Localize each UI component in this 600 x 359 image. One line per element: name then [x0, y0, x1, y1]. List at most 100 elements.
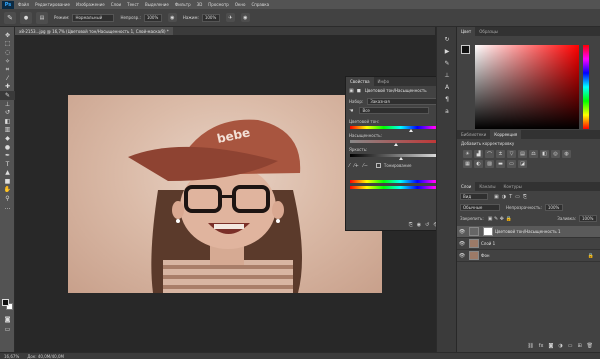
brush-tool-icon[interactable]: ✎	[0, 91, 15, 100]
dodge-tool-icon[interactable]: ●	[0, 143, 15, 152]
zoom-tool-icon[interactable]: ⚲	[0, 194, 15, 203]
mask-icon[interactable]: ◼	[357, 88, 361, 94]
channel-select[interactable]: Все	[359, 107, 430, 114]
pen-tool-icon[interactable]: ✒	[0, 151, 15, 160]
menu-select[interactable]: Выделение	[145, 2, 169, 7]
filter-smart-icon[interactable]: ⎘	[523, 194, 527, 200]
screen-mode-icon[interactable]: ▭	[0, 325, 15, 334]
history-panel-icon[interactable]: ↻	[437, 33, 457, 45]
filter-adjustment-icon[interactable]: ◑	[502, 194, 506, 200]
airbrush-icon[interactable]: ✈	[225, 13, 235, 22]
new-group-icon[interactable]: ▭	[568, 343, 573, 349]
quick-select-tool-icon[interactable]: ✧	[0, 57, 15, 66]
channel-mixer-icon[interactable]: ◍	[562, 150, 571, 158]
menu-type[interactable]: Текст	[127, 2, 139, 7]
hue-slider-thumb[interactable]	[408, 129, 413, 132]
flow-field[interactable]: 100%	[201, 13, 220, 22]
blur-tool-icon[interactable]: ◆	[0, 134, 15, 143]
layer-name[interactable]: Слой 1	[481, 241, 495, 246]
saturation-slider-thumb[interactable]	[394, 143, 399, 146]
shape-tool-icon[interactable]: ■	[0, 177, 15, 186]
colorize-checkbox[interactable]	[375, 163, 381, 168]
posterize-icon[interactable]: ▨	[485, 160, 494, 168]
color-balance-icon[interactable]: ⚖	[529, 150, 538, 158]
vibrance-icon[interactable]: ▽	[507, 150, 516, 158]
actions-panel-icon[interactable]: ▶	[437, 45, 457, 57]
lasso-tool-icon[interactable]: ◌	[0, 48, 15, 57]
layer-opacity-field[interactable]: 100%	[544, 204, 563, 211]
menu-view[interactable]: Просмотр	[208, 2, 229, 7]
color-lookup-icon[interactable]: ▦	[463, 160, 472, 168]
eye-icon[interactable]: 👁	[457, 241, 467, 247]
lock-icons[interactable]: ▣ ✎ ✥ 🔒	[488, 216, 512, 222]
menu-image[interactable]: Изображение	[76, 2, 105, 7]
layer-row[interactable]: 👁 Цветовой тон/Насыщенность 1	[457, 226, 600, 238]
preset-select[interactable]: Заказная	[367, 98, 440, 105]
mode-select[interactable]: Нормальный	[72, 13, 115, 22]
selective-color-icon[interactable]: ◪	[518, 160, 527, 168]
healing-brush-tool-icon[interactable]: ✚	[0, 83, 15, 92]
brightness-contrast-icon[interactable]: ☀	[463, 150, 472, 158]
picker-foreground-swatch[interactable]	[461, 45, 470, 54]
hue-strip[interactable]	[583, 45, 589, 129]
hue-saturation-icon[interactable]: ▤	[518, 150, 527, 158]
more-tools-icon[interactable]: …	[0, 203, 15, 212]
eyedropper-tool-icon[interactable]: ⁄	[0, 74, 15, 83]
brush-size-icon[interactable]: ●	[20, 11, 32, 24]
tab-channels[interactable]: Каналы	[475, 182, 499, 191]
blend-mode-select[interactable]: Обычные	[460, 204, 500, 211]
menu-help[interactable]: Справка	[251, 2, 269, 7]
glyphs-panel-icon[interactable]: a	[437, 105, 457, 117]
document-image[interactable]: bebe	[68, 95, 382, 293]
pressure-opacity-icon[interactable]: ◉	[167, 13, 177, 22]
layer-row[interactable]: 👁 Фон 🔒	[457, 250, 600, 262]
eyedropper-icon[interactable]: ⁄	[349, 163, 350, 169]
layer-filter-select[interactable]: Вид	[460, 193, 488, 200]
menu-window[interactable]: Окно	[235, 2, 246, 7]
document-tab[interactable]: x8-2153...jpg @ 16,7% (Цветовой тон/Насы…	[15, 27, 173, 35]
move-tool-icon[interactable]: ✥	[0, 31, 15, 40]
black-white-icon[interactable]: ◧	[540, 150, 549, 158]
layer-name[interactable]: Фон	[481, 253, 490, 258]
menu-edit[interactable]: Редактирование	[35, 2, 70, 7]
eyedropper-plus-icon[interactable]: ⁄+	[354, 163, 359, 169]
layer-row[interactable]: 👁 Слой 1	[457, 238, 600, 250]
menu-filter[interactable]: Фильтр	[175, 2, 191, 7]
threshold-icon[interactable]: ▬	[496, 160, 505, 168]
tab-adjustments[interactable]: Коррекция	[490, 130, 522, 139]
curves-icon[interactable]: ⌒	[485, 150, 494, 158]
lightness-slider-thumb[interactable]	[398, 157, 403, 160]
zoom-readout[interactable]: 16,67%	[4, 354, 19, 359]
tab-color[interactable]: Цвет	[457, 27, 476, 36]
add-style-icon[interactable]: fx	[539, 343, 544, 349]
tab-properties[interactable]: Свойства	[346, 77, 374, 86]
tab-libraries[interactable]: Библиотеки	[457, 130, 490, 139]
photo-filter-icon[interactable]: ◎	[551, 150, 560, 158]
type-tool-icon[interactable]: T	[0, 160, 15, 169]
tab-paths[interactable]: Контуры	[499, 182, 525, 191]
pressure-size-icon[interactable]: ◉	[240, 13, 250, 22]
brush-tool-preset-icon[interactable]: ✎	[4, 11, 16, 24]
menu-layers[interactable]: Слои	[111, 2, 121, 7]
new-adjustment-icon[interactable]: ◑	[558, 343, 562, 349]
menu-file[interactable]: Файл	[18, 2, 29, 7]
invert-icon[interactable]: ◐	[474, 160, 483, 168]
clone-source-icon[interactable]: ⊥	[437, 69, 457, 81]
brush-panel-icon[interactable]: ▤	[36, 11, 48, 24]
mask-thumbnail[interactable]	[483, 227, 493, 236]
character-panel-icon[interactable]: A	[437, 81, 457, 93]
clip-to-layer-icon[interactable]: ⎘	[409, 222, 413, 228]
tab-layers[interactable]: Слои	[457, 182, 476, 191]
fill-field[interactable]: 100%	[579, 215, 597, 222]
history-brush-tool-icon[interactable]: ↺	[0, 108, 15, 117]
layer-name[interactable]: Цветовой тон/Насыщенность 1	[495, 229, 561, 234]
color-picker-field[interactable]	[475, 45, 579, 129]
gradient-tool-icon[interactable]: ▥	[0, 126, 15, 135]
foreground-color-swatch[interactable]	[2, 299, 9, 306]
hand-tool-icon[interactable]: ✋	[0, 186, 15, 195]
eye-icon[interactable]: 👁	[457, 253, 467, 259]
tab-swatches[interactable]: Образцы	[475, 27, 502, 36]
brush-panel-icon[interactable]: ✎	[437, 57, 457, 69]
quick-mask-icon[interactable]: ◙	[0, 315, 15, 324]
delete-layer-icon[interactable]: 🗑	[587, 343, 593, 349]
